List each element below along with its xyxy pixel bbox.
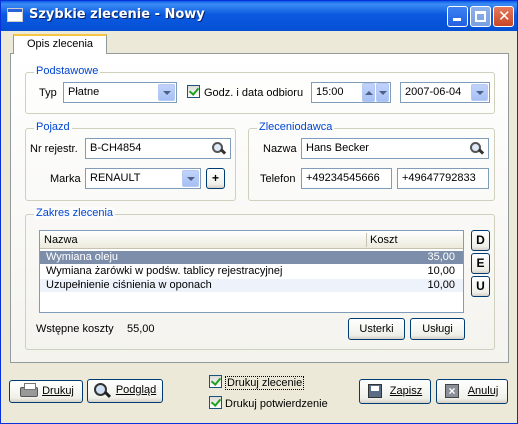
search-icon[interactable]: [212, 142, 226, 156]
marka-label: Marka: [50, 173, 81, 185]
time-increment-button[interactable]: [362, 83, 375, 102]
dialog-window: Szybkie zlecenie - Nowy ✕ Opis zlecenia …: [0, 0, 518, 424]
window-title: Szybkie zlecenie - Nowy: [29, 7, 205, 22]
row-nazwa: Wymiana żarówki w podśw. tablicy rejestr…: [46, 265, 283, 277]
telefon2-input[interactable]: +49647792833: [397, 168, 489, 189]
column-divider[interactable]: [366, 233, 367, 247]
time-value: 15:00: [316, 86, 344, 98]
save-button[interactable]: Zapisz: [359, 379, 431, 404]
minimize-icon: [453, 18, 461, 21]
cancel-button[interactable]: × Anuluj: [436, 379, 508, 404]
typ-select[interactable]: Płatne: [63, 82, 177, 103]
preview-button[interactable]: Podgląd: [87, 379, 163, 403]
pickup-checkbox[interactable]: [187, 85, 200, 98]
marka-value: RENAULT: [90, 172, 141, 184]
print-button[interactable]: Drukuj: [9, 380, 83, 403]
nr-rejestr-value: B-CH4854: [90, 142, 142, 154]
telefon-label: Telefon: [260, 173, 296, 185]
table-header: Nazwa Koszt: [40, 231, 463, 249]
print-button-label: Drukuj: [42, 385, 74, 397]
time-decrement-button[interactable]: [376, 83, 389, 102]
group-title-zleceniodawca: Zleceniodawca: [257, 121, 335, 133]
printer-icon: [20, 383, 38, 397]
table-row[interactable]: Wymiana żarówki w podśw. tablicy rejestr…: [40, 265, 463, 278]
nazwa-value: Hans Becker: [306, 142, 369, 154]
preview-button-label: Podgląd: [115, 384, 157, 396]
maximize-icon: [475, 11, 486, 22]
window-icon: [7, 8, 23, 22]
floppy-disk-icon: [368, 384, 382, 398]
telefon1-input[interactable]: +49234545666: [301, 168, 392, 189]
close-icon: ✕: [498, 7, 511, 25]
row-koszt: 10,00: [427, 279, 455, 291]
maximize-button[interactable]: [470, 6, 491, 27]
date-value: 2007-06-04: [405, 86, 462, 98]
nazwa-label: Nazwa: [263, 143, 297, 155]
print-order-checkbox[interactable]: [209, 375, 222, 388]
print-confirmation-checkbox[interactable]: [209, 396, 222, 409]
nr-rejestr-input[interactable]: B-CH4854: [85, 138, 231, 159]
title-bar[interactable]: Szybkie zlecenie - Nowy ✕: [1, 1, 517, 31]
magnifier-icon: [94, 383, 110, 399]
koszty-value: 55,00: [127, 323, 155, 335]
print-order-label: Drukuj zlecenie: [225, 376, 305, 390]
print-confirmation-label: Drukuj potwierdzenie: [225, 398, 328, 410]
group-title-zakres: Zakres zlecenia: [34, 207, 116, 219]
group-title-podstawowe: Podstawowe: [34, 65, 101, 77]
save-button-label: Zapisz: [389, 385, 423, 397]
minimize-button[interactable]: [447, 6, 468, 27]
nazwa-input[interactable]: Hans Becker: [301, 138, 489, 159]
row-koszt: 10,00: [427, 265, 455, 277]
cancel-x-icon: ×: [445, 384, 459, 398]
column-header-nazwa[interactable]: Nazwa: [44, 234, 78, 246]
usterki-button[interactable]: Usterki: [348, 318, 405, 340]
row-add-button[interactable]: D: [471, 230, 490, 251]
koszty-label: Wstępne koszty: [36, 323, 114, 335]
row-nazwa: Uzupełnienie ciśnienia w oponach: [46, 279, 212, 291]
typ-value: Płatne: [68, 86, 100, 98]
row-edit-button[interactable]: E: [471, 253, 490, 274]
typ-label: Typ: [39, 87, 57, 99]
tab-opis-zlecenia[interactable]: Opis zlecenia: [13, 34, 107, 54]
column-header-koszt[interactable]: Koszt: [370, 234, 398, 246]
date-picker[interactable]: 2007-06-04: [400, 82, 490, 103]
search-icon[interactable]: [470, 142, 484, 156]
telefon2-value: +49647792833: [402, 172, 476, 184]
row-delete-button[interactable]: U: [471, 276, 490, 297]
add-marka-button[interactable]: +: [206, 168, 225, 189]
chevron-down-icon[interactable]: [182, 170, 199, 187]
group-title-pojazd: Pojazd: [34, 121, 72, 133]
cancel-button-label: Anuluj: [467, 385, 499, 397]
chevron-down-icon[interactable]: [471, 84, 488, 101]
row-koszt: 35,00: [427, 251, 455, 263]
close-button[interactable]: ✕: [493, 6, 514, 27]
chevron-down-icon[interactable]: [158, 84, 175, 101]
marka-select[interactable]: RENAULT: [85, 168, 201, 189]
services-table[interactable]: Nazwa Koszt Wymiana oleju 35,00 Wymiana …: [39, 230, 464, 313]
table-row[interactable]: Uzupełnienie ciśnienia w oponach 10,00: [40, 279, 463, 292]
uslugi-button[interactable]: Usługi: [410, 318, 465, 340]
table-row[interactable]: Wymiana oleju 35,00: [40, 251, 463, 264]
nr-rejestr-label: Nr rejestr.: [30, 143, 78, 155]
row-nazwa: Wymiana oleju: [46, 251, 119, 263]
pickup-checkbox-label: Godz. i data odbioru: [204, 87, 304, 99]
telefon1-value: +49234545666: [306, 172, 380, 184]
